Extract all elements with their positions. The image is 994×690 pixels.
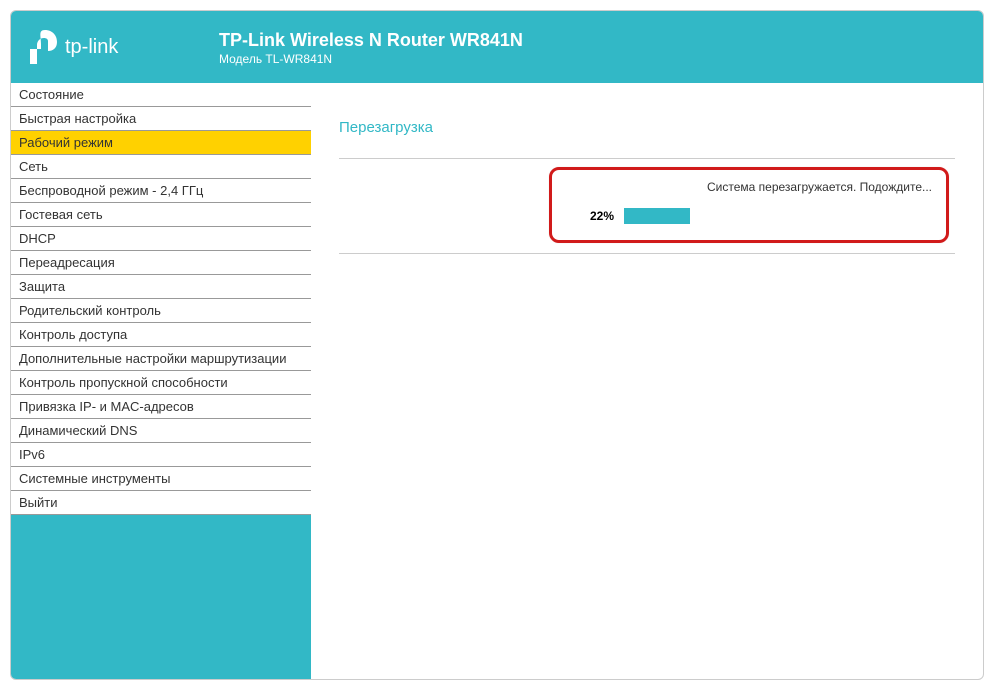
divider [339, 158, 955, 159]
progress-bar-fill [624, 208, 690, 224]
tp-link-logo-icon [29, 29, 59, 65]
nav-item-bandwidth[interactable]: Контроль пропускной способности [11, 371, 311, 395]
nav-label: DHCP [19, 231, 56, 246]
nav-item-wireless[interactable]: Беспроводной режим - 2,4 ГГц [11, 179, 311, 203]
progress-bar [624, 208, 924, 224]
nav-label: Выйти [19, 495, 58, 510]
main-content: Перезагрузка Система перезагружается. По… [311, 83, 983, 680]
reboot-status-panel: Система перезагружается. Подождите... 22… [549, 167, 949, 243]
brand-logo: tp-link [29, 29, 219, 65]
nav-item-forwarding[interactable]: Переадресация [11, 251, 311, 275]
nav-item-status[interactable]: Состояние [11, 83, 311, 107]
nav-label: Гостевая сеть [19, 207, 103, 222]
nav-label: Родительский контроль [19, 303, 161, 318]
nav-menu: Состояние Быстрая настройка Рабочий режи… [11, 83, 311, 515]
status-message: Система перезагружается. Подождите... [566, 180, 932, 194]
nav-label: Быстрая настройка [19, 111, 136, 126]
app-header: tp-link TP-Link Wireless N Router WR841N… [11, 11, 983, 83]
nav-item-routing[interactable]: Дополнительные настройки маршрутизации [11, 347, 311, 371]
nav-label: Беспроводной режим - 2,4 ГГц [19, 183, 203, 198]
nav-item-guest-network[interactable]: Гостевая сеть [11, 203, 311, 227]
progress-row: 22% [566, 208, 932, 224]
nav-item-access-control[interactable]: Контроль доступа [11, 323, 311, 347]
nav-item-ddns[interactable]: Динамический DNS [11, 419, 311, 443]
nav-label: Дополнительные настройки маршрутизации [19, 351, 286, 366]
nav-label: IPv6 [19, 447, 45, 462]
nav-item-security[interactable]: Защита [11, 275, 311, 299]
brand-name: tp-link [65, 36, 118, 59]
nav-label: Защита [19, 279, 65, 294]
nav-item-logout[interactable]: Выйти [11, 491, 311, 515]
nav-item-parental-control[interactable]: Родительский контроль [11, 299, 311, 323]
page-title: Перезагрузка [339, 119, 955, 158]
nav-item-ip-mac-binding[interactable]: Привязка IP- и MAC-адресов [11, 395, 311, 419]
nav-label: Контроль доступа [19, 327, 127, 342]
product-model: Модель TL-WR841N [219, 51, 523, 67]
nav-label: Системные инструменты [19, 471, 170, 486]
header-title-block: TP-Link Wireless N Router WR841N Модель … [219, 27, 523, 67]
nav-label: Состояние [19, 87, 84, 102]
sidebar: Состояние Быстрая настройка Рабочий режи… [11, 83, 311, 680]
nav-label: Переадресация [19, 255, 115, 270]
nav-label: Привязка IP- и MAC-адресов [19, 399, 194, 414]
nav-item-network[interactable]: Сеть [11, 155, 311, 179]
nav-item-system-tools[interactable]: Системные инструменты [11, 467, 311, 491]
nav-label: Динамический DNS [19, 423, 137, 438]
nav-label: Контроль пропускной способности [19, 375, 228, 390]
progress-percent: 22% [580, 209, 614, 223]
nav-label: Рабочий режим [19, 135, 113, 150]
product-title: TP-Link Wireless N Router WR841N [219, 29, 523, 51]
nav-label: Сеть [19, 159, 48, 174]
divider [339, 253, 955, 254]
nav-item-quick-setup[interactable]: Быстрая настройка [11, 107, 311, 131]
nav-item-operation-mode[interactable]: Рабочий режим [11, 131, 311, 155]
nav-item-ipv6[interactable]: IPv6 [11, 443, 311, 467]
nav-item-dhcp[interactable]: DHCP [11, 227, 311, 251]
